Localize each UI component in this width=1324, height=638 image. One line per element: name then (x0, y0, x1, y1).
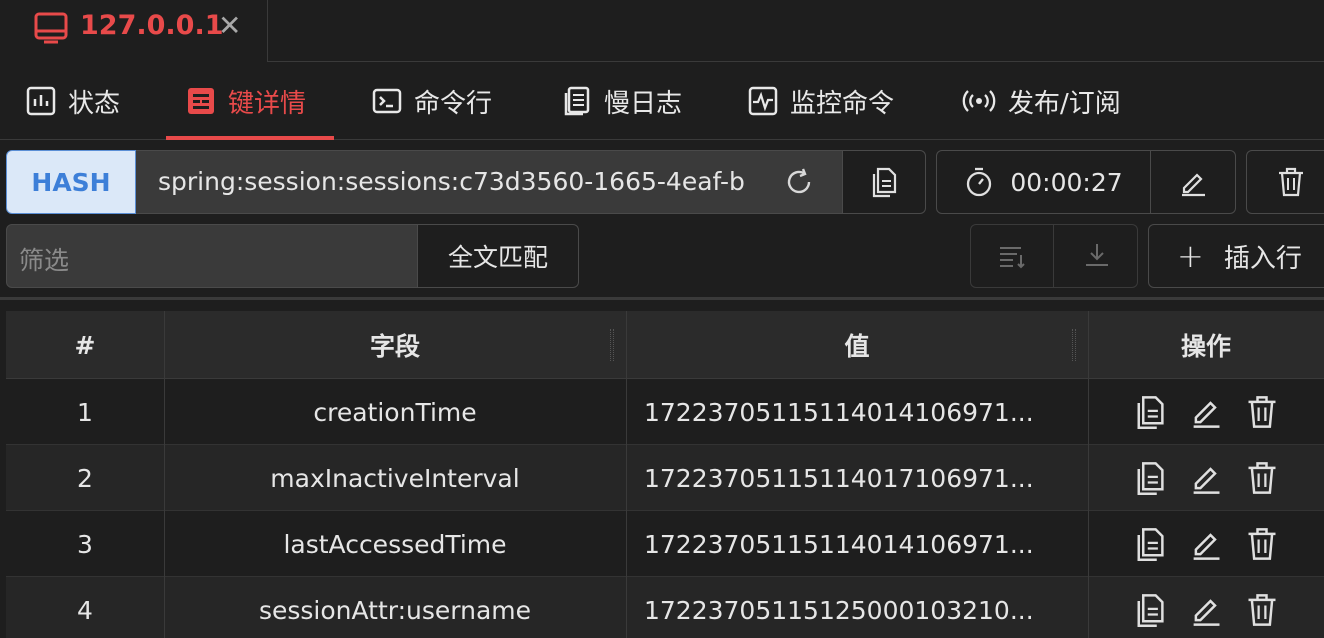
row-actions (1088, 577, 1324, 638)
row-field[interactable]: creationTime (164, 379, 626, 445)
pencil-icon[interactable] (1189, 526, 1223, 562)
chart-icon (26, 86, 56, 116)
filter-placeholder: 筛选 (19, 246, 70, 275)
tab-status[interactable]: 状态 (26, 62, 120, 140)
table-row[interactable]: 3 lastAccessedTime 172237051151140141069… (6, 511, 1324, 577)
connection-title: 127.0.0.1 (80, 10, 224, 41)
insert-row-button[interactable]: + 插入行 (1148, 224, 1324, 288)
ttl-value: 00:00:27 (1010, 167, 1123, 197)
trash-icon (1279, 167, 1303, 197)
copy-icon[interactable] (1133, 394, 1167, 430)
row-actions (1088, 445, 1324, 511)
nav-tabs: 状态 键详情 命令行 慢日志 监控命令 发布/订阅 (0, 62, 1324, 140)
divider (0, 297, 1324, 300)
refresh-icon[interactable] (784, 167, 814, 201)
row-actions (1088, 379, 1324, 445)
column-divider (1088, 311, 1089, 638)
column-resize-handle[interactable] (610, 329, 614, 361)
copy-icon[interactable] (1133, 460, 1167, 496)
edit-ttl-button[interactable] (1151, 151, 1235, 213)
tab-cli-label: 命令行 (414, 88, 493, 119)
server-icon (34, 10, 68, 48)
column-divider (626, 311, 627, 638)
table-row[interactable]: 1 creationTime 17223705115114014106971..… (6, 379, 1324, 445)
broadcast-icon (962, 90, 996, 112)
key-name-text: spring:session:sessions:c73d3560-1665-4e… (158, 167, 745, 196)
key-type-badge: HASH (6, 150, 136, 214)
row-value[interactable]: 17223705115114017106971... (626, 445, 1088, 511)
plus-icon: + (1177, 237, 1204, 275)
pencil-icon[interactable] (1189, 460, 1223, 496)
tab-key-detail[interactable]: 键详情 (186, 62, 306, 140)
row-index: 3 (77, 529, 93, 559)
row-index: 4 (77, 595, 93, 625)
row-value[interactable]: 17223705115114014106971... (626, 511, 1088, 577)
column-header-index[interactable]: # (6, 311, 164, 379)
table-header: # 字段 值 操作 (6, 311, 1324, 379)
row-index: 2 (77, 463, 93, 493)
filter-input[interactable]: 筛选 (6, 224, 418, 288)
connection-tab[interactable]: 127.0.0.1 ✕ (0, 0, 268, 62)
tab-slowlog[interactable]: 慢日志 (562, 62, 682, 140)
copy-key-button[interactable] (842, 150, 926, 214)
tab-cli[interactable]: 命令行 (372, 62, 492, 140)
column-resize-handle[interactable] (1072, 329, 1076, 361)
window-tab-strip: 127.0.0.1 ✕ (0, 0, 1324, 62)
row-field[interactable]: sessionAttr:username (164, 577, 626, 638)
tab-monitor[interactable]: 监控命令 (748, 62, 894, 140)
table-row[interactable]: 4 sessionAttr:username 17223705115125000… (6, 577, 1324, 638)
insert-row-label: 插入行 (1223, 243, 1302, 274)
export-button[interactable] (1055, 225, 1138, 287)
tab-pubsub-label: 发布/订阅 (1008, 88, 1121, 119)
tab-key-detail-label: 键详情 (228, 88, 307, 119)
detail-icon (188, 88, 214, 114)
active-tab-indicator (166, 136, 334, 140)
row-index: 1 (77, 397, 93, 427)
delete-key-button[interactable] (1246, 150, 1324, 214)
column-header-actions: 操作 (1180, 332, 1231, 361)
tab-slowlog-label: 慢日志 (604, 88, 683, 119)
trash-icon[interactable] (1245, 592, 1279, 628)
row-value[interactable]: 17223705115114014106971... (626, 379, 1088, 445)
terminal-icon (372, 88, 402, 114)
row-actions (1088, 511, 1324, 577)
tab-monitor-label: 监控命令 (790, 88, 895, 119)
document-icon (564, 86, 590, 116)
copy-icon[interactable] (1133, 526, 1167, 562)
trash-icon[interactable] (1245, 394, 1279, 430)
pencil-icon (1182, 173, 1205, 197)
column-header-field[interactable]: 字段 (164, 311, 626, 379)
copy-icon[interactable] (1133, 592, 1167, 628)
tab-pubsub[interactable]: 发布/订阅 (962, 62, 1121, 140)
table-tools (970, 224, 1138, 288)
row-field[interactable]: maxInactiveInterval (164, 445, 626, 511)
pencil-icon[interactable] (1189, 592, 1223, 628)
column-header-value[interactable]: 值 (626, 311, 1088, 379)
trash-icon[interactable] (1245, 526, 1279, 562)
column-divider (164, 311, 165, 638)
pulse-icon (748, 86, 778, 116)
timer-icon (967, 167, 992, 197)
table-row[interactable]: 2 maxInactiveInterval 172237051151140171… (6, 445, 1324, 511)
row-field[interactable]: lastAccessedTime (164, 511, 626, 577)
pencil-icon[interactable] (1189, 394, 1223, 430)
ttl-group: 00:00:27 (936, 150, 1236, 214)
download-icon (1085, 244, 1108, 266)
ttl-display[interactable]: 00:00:27 (937, 151, 1151, 213)
trash-icon[interactable] (1245, 460, 1279, 496)
tab-status-label: 状态 (68, 88, 121, 119)
row-value[interactable]: 17223705115125000103210... (626, 577, 1088, 638)
sort-icon (1000, 247, 1025, 269)
copy-icon (872, 167, 897, 198)
key-name-input[interactable]: spring:session:sessions:c73d3560-1665-4e… (136, 150, 842, 214)
fulltext-match-button[interactable]: 全文匹配 (417, 224, 579, 288)
close-icon[interactable]: ✕ (218, 10, 241, 42)
sort-button[interactable] (971, 225, 1054, 287)
